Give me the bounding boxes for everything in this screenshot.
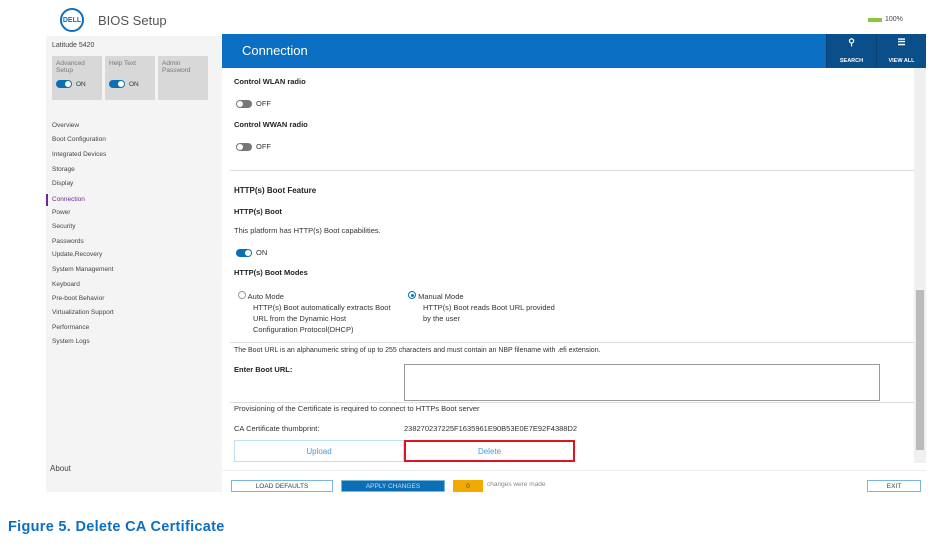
sidebar: Latitude 5420 Advanced Setup ON Help Text… — [46, 36, 222, 492]
logo-text: DELL — [62, 16, 82, 24]
view-all-icon: ☰ — [897, 37, 906, 47]
nav-passwords[interactable]: Passwords — [52, 238, 84, 245]
auto-mode-desc: URL from the Dynamic Host — [253, 314, 347, 323]
battery-indicator: 100% — [868, 16, 903, 23]
nav-overview[interactable]: Overview — [52, 122, 79, 129]
section-title: HTTP(s) Boot Feature — [234, 186, 317, 195]
delete-button[interactable]: Delete — [404, 440, 575, 462]
auto-mode-desc: HTTP(s) Boot automatically extracts Boot — [253, 303, 391, 312]
search-button[interactable]: ⚲ SEARCH — [826, 34, 876, 68]
search-label: SEARCH — [839, 58, 864, 64]
manual-mode-radio[interactable] — [408, 291, 416, 299]
boot-url-label: Enter Boot URL: — [234, 365, 293, 374]
nav-performance[interactable]: Performance — [52, 324, 89, 331]
toggle-state: ON — [129, 80, 139, 88]
active-nav-indicator — [46, 194, 48, 206]
http-boot-description: This platform has HTTP(s) Boot capabilit… — [234, 226, 381, 235]
wlan-state: OFF — [256, 99, 271, 108]
changes-count-badge: 0 — [453, 480, 483, 492]
footer-bar: LOAD DEFAULTS APPLY CHANGES 0 changes we… — [222, 470, 926, 500]
help-text-tile[interactable]: Help Text ON — [105, 56, 155, 100]
nav-power[interactable]: Power — [52, 209, 70, 216]
load-defaults-button[interactable]: LOAD DEFAULTS — [231, 480, 333, 492]
page-title: Connection — [242, 43, 308, 58]
nav-keyboard[interactable]: Keyboard — [52, 281, 80, 288]
nav-boot-configuration[interactable]: Boot Configuration — [52, 136, 106, 143]
scrollbar-thumb[interactable] — [916, 290, 924, 450]
nav-storage[interactable]: Storage — [52, 166, 75, 173]
boot-url-note: The Boot URL is an alphanumeric string o… — [234, 347, 601, 354]
thumbprint-value: 238270237225F1635961E90B53E0E7E92F4388D2 — [404, 424, 578, 433]
boot-url-input[interactable] — [404, 364, 880, 401]
advanced-setup-toggle[interactable] — [56, 80, 72, 88]
figure-caption: Figure 5. Delete CA Certificate — [8, 519, 225, 535]
auto-mode-radio[interactable] — [238, 291, 246, 299]
nav-integrated-devices[interactable]: Integrated Devices — [52, 151, 106, 158]
upload-button[interactable]: Upload — [234, 440, 404, 462]
view-all-label: VIEW ALL — [888, 58, 915, 64]
wwan-label: Control WWAN radio — [234, 120, 308, 129]
nav-update-recovery[interactable]: Update,Recovery — [52, 251, 102, 258]
auto-mode-title: Auto Mode — [247, 292, 284, 301]
battery-level: 100% — [885, 16, 903, 23]
certificate-note: Provisioning of the Certificate is requi… — [234, 404, 480, 413]
help-text-toggle[interactable] — [109, 80, 125, 88]
view-all-button[interactable]: ☰ VIEW ALL — [876, 34, 926, 68]
model-name: Latitude 5420 — [52, 42, 95, 49]
tile-label: Admin Password — [162, 60, 191, 74]
dell-logo: DELL — [60, 8, 84, 32]
http-boot-label: HTTP(s) Boot — [234, 207, 282, 216]
changes-text: changes were made — [487, 481, 546, 488]
nav-virtualization-support[interactable]: Virtualization Support — [52, 309, 114, 316]
nav-about[interactable]: About — [50, 464, 71, 473]
app-title: BIOS Setup — [98, 13, 167, 28]
settings-panel: Control WLAN radio OFF Control WWAN radi… — [222, 68, 914, 463]
scrollbar[interactable] — [914, 68, 926, 463]
divider — [230, 170, 914, 171]
toggle-state: ON — [76, 80, 86, 88]
header-actions: ⚲ SEARCH ☰ VIEW ALL — [826, 34, 926, 68]
wwan-state: OFF — [256, 142, 271, 151]
wlan-label: Control WLAN radio — [234, 77, 306, 86]
auto-mode-desc: Configuration Protocol(DHCP) — [253, 325, 354, 334]
manual-mode-desc: by the user — [423, 314, 461, 323]
search-icon: ⚲ — [848, 37, 855, 47]
nav-system-logs[interactable]: System Logs — [52, 338, 90, 345]
tile-label: Help Text — [109, 60, 136, 67]
nav-connection[interactable]: Connection — [52, 196, 85, 203]
wlan-toggle[interactable] — [236, 99, 252, 108]
nav-system-management[interactable]: System Management — [52, 266, 113, 273]
nav-display[interactable]: Display — [52, 180, 73, 187]
exit-button[interactable]: EXIT — [867, 480, 921, 492]
thumbprint-label: CA Certificate thumbprint: — [234, 424, 320, 433]
manual-mode-desc: HTTP(s) Boot reads Boot URL provided — [423, 303, 555, 312]
nav-pre-boot-behavior[interactable]: Pre-boot Behavior — [52, 295, 104, 302]
apply-changes-button[interactable]: APPLY CHANGES — [341, 480, 445, 492]
divider — [230, 342, 914, 343]
divider — [230, 402, 914, 403]
boot-modes-label: HTTP(s) Boot Modes — [234, 268, 308, 277]
http-boot-state: ON — [256, 248, 268, 257]
admin-password-tile[interactable]: Admin Password — [158, 56, 208, 100]
manual-mode-option[interactable]: Manual Mode HTTP(s) Boot reads Boot URL p… — [408, 291, 555, 324]
page-title-bar: Connection — [222, 34, 826, 68]
advanced-setup-tile[interactable]: Advanced Setup ON — [52, 56, 102, 100]
tile-label: Advanced Setup — [56, 60, 85, 74]
manual-mode-title: Manual Mode — [418, 292, 464, 301]
nav-security[interactable]: Security — [52, 223, 75, 230]
battery-icon — [868, 17, 882, 22]
http-boot-toggle[interactable] — [236, 248, 252, 257]
auto-mode-option[interactable]: Auto Mode HTTP(s) Boot automatically extr… — [238, 291, 391, 335]
wwan-toggle[interactable] — [236, 142, 252, 151]
